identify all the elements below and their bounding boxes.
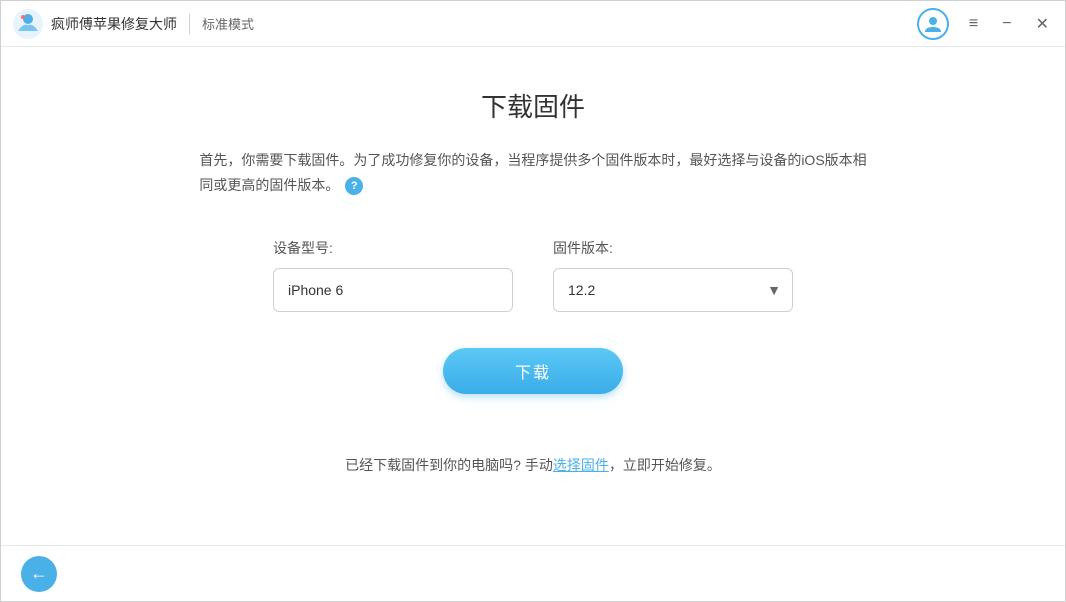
titlebar-mode: 标准模式 — [202, 14, 254, 33]
form-row: 设备型号: 固件版本: 12.2 12.1 12.0 11.4 ▼ — [273, 238, 793, 312]
firmware-select-wrapper: 12.2 12.1 12.0 11.4 ▼ — [553, 268, 793, 312]
help-icon[interactable]: ? — [345, 177, 363, 195]
select-firmware-link[interactable]: 选择固件 — [553, 457, 609, 473]
titlebar: 疯师傅苹果修复大师 标准模式 ≡ − ✕ — [1, 1, 1065, 47]
download-button[interactable]: 下载 — [443, 348, 623, 394]
firmware-label: 固件版本: — [553, 238, 793, 258]
bottom-bar: ← — [1, 545, 1065, 601]
firmware-group: 固件版本: 12.2 12.1 12.0 11.4 ▼ — [553, 238, 793, 312]
titlebar-controls: ≡ − ✕ — [917, 8, 1053, 40]
titlebar-divider — [189, 14, 190, 34]
menu-button[interactable]: ≡ — [965, 11, 982, 37]
device-input[interactable] — [273, 268, 513, 312]
device-group: 设备型号: — [273, 238, 513, 312]
description: 首先，你需要下载固件。为了成功修复你的设备，当程序提供多个固件版本时，最好选择与… — [199, 148, 866, 198]
user-icon[interactable] — [917, 8, 949, 40]
back-icon: ← — [30, 563, 48, 584]
minimize-button[interactable]: − — [998, 11, 1015, 37]
app-logo — [13, 9, 43, 39]
main-content: 下载固件 首先，你需要下载固件。为了成功修复你的设备，当程序提供多个固件版本时，… — [1, 47, 1065, 545]
firmware-select[interactable]: 12.2 12.1 12.0 11.4 — [553, 268, 793, 312]
bottom-text: 已经下载固件到你的电脑吗? 手动选择固件，立即开始修复。 — [345, 455, 721, 475]
close-button[interactable]: ✕ — [1032, 10, 1053, 38]
device-label: 设备型号: — [273, 238, 513, 258]
app-name: 疯师傅苹果修复大师 — [51, 14, 177, 34]
page-title: 下载固件 — [481, 87, 585, 124]
back-button[interactable]: ← — [21, 556, 57, 592]
